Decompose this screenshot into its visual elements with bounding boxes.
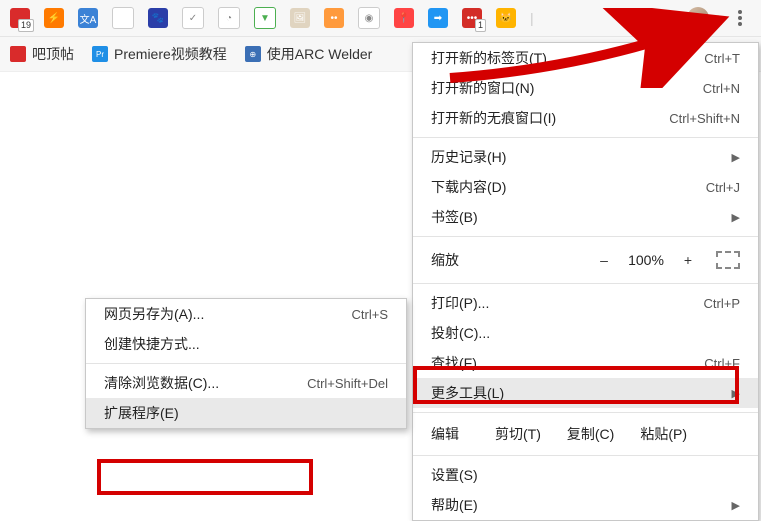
edit-paste[interactable]: 粘贴(P)	[640, 424, 687, 444]
more-tools-submenu: 网页另存为(A)...Ctrl+S 创建快捷方式... 清除浏览数据(C)...…	[85, 298, 407, 429]
menu-history[interactable]: 历史记录(H)▶	[413, 142, 758, 172]
menu-new-window[interactable]: 打开新的窗口(N)Ctrl+N	[413, 73, 758, 103]
zoom-in-button[interactable]: +	[674, 252, 702, 268]
ext-dl[interactable]: ▼	[254, 7, 276, 29]
menu-zoom: 缩放 – 100% +	[413, 241, 758, 279]
menu-find[interactable]: 查找(F)...Ctrl+F	[413, 348, 758, 378]
submenu-arrow-icon: ▶	[732, 211, 740, 224]
menu-help[interactable]: 帮助(E)▶	[413, 490, 758, 520]
ext-baidu[interactable]: 🐾	[148, 8, 168, 28]
chrome-main-menu: 打开新的标签页(T)Ctrl+T 打开新的窗口(N)Ctrl+N 打开新的无痕窗…	[412, 42, 759, 521]
badge: 1	[475, 19, 486, 32]
menu-downloads[interactable]: 下载内容(D)Ctrl+J	[413, 172, 758, 202]
menu-cast[interactable]: 投射(C)...	[413, 318, 758, 348]
submenu-extensions[interactable]: 扩展程序(E)	[86, 398, 406, 428]
chrome-menu-button[interactable]	[729, 7, 751, 29]
ext-en[interactable]: en.	[112, 7, 134, 29]
bookmark-label: Premiere视频教程	[114, 44, 227, 64]
extension-toolbar: 19 ⚡ 文A en. 🐾 ✓ ◔ ▼ 🖼 •• ◉ 📍 ➡ •••1 🐱 |	[0, 0, 761, 37]
menu-incognito[interactable]: 打开新的无痕窗口(I)Ctrl+Shift+N	[413, 103, 758, 133]
menu-edit-row: 编辑 剪切(T) 复制(C) 粘贴(P)	[413, 417, 758, 451]
bookmark-label: 吧顶帖	[32, 44, 74, 64]
edit-copy[interactable]: 复制(C)	[567, 424, 614, 444]
ext-img[interactable]: 🖼	[290, 8, 310, 28]
favicon	[10, 46, 26, 62]
favicon: ⊕	[245, 46, 261, 62]
ext-eye[interactable]: ◉	[358, 7, 380, 29]
menu-more-tools[interactable]: 更多工具(L)▶	[413, 378, 758, 408]
menu-settings[interactable]: 设置(S)	[413, 460, 758, 490]
ext-clock[interactable]: ◔	[218, 7, 240, 29]
profile-avatar[interactable]	[687, 7, 709, 29]
ext-check[interactable]: ✓	[182, 7, 204, 29]
ext-robot[interactable]: ••	[324, 8, 344, 28]
ext-lastpass[interactable]: •••1	[462, 8, 482, 28]
submenu-arrow-icon: ▶	[732, 151, 740, 164]
ext-cat[interactable]: 🐱	[496, 8, 516, 28]
bm-tieba[interactable]: 吧顶帖	[10, 44, 74, 64]
bm-premiere[interactable]: Pr Premiere视频教程	[92, 44, 227, 64]
fullscreen-icon[interactable]	[716, 251, 740, 269]
edit-cut[interactable]: 剪切(T)	[495, 424, 541, 444]
submenu-save-as[interactable]: 网页另存为(A)...Ctrl+S	[86, 299, 406, 329]
zoom-percent: 100%	[618, 252, 674, 268]
favicon: Pr	[92, 46, 108, 62]
submenu-arrow-icon: ▶	[732, 499, 740, 512]
ext-flash[interactable]: ⚡	[44, 8, 64, 28]
ext-pin[interactable]: 📍	[394, 8, 414, 28]
ext-red[interactable]: 19	[10, 8, 30, 28]
bookmark-label: 使用ARC Welder	[267, 44, 373, 64]
bm-arc[interactable]: ⊕ 使用ARC Welder	[245, 44, 373, 64]
ext-translate[interactable]: 文A	[78, 8, 98, 28]
ext-arrow[interactable]: ➡	[428, 8, 448, 28]
submenu-create-shortcut[interactable]: 创建快捷方式...	[86, 329, 406, 359]
zoom-out-button[interactable]: –	[590, 252, 618, 268]
menu-new-tab[interactable]: 打开新的标签页(T)Ctrl+T	[413, 43, 758, 73]
submenu-clear-data[interactable]: 清除浏览数据(C)...Ctrl+Shift+Del	[86, 368, 406, 398]
toolbar-divider: |	[530, 10, 534, 26]
badge: 19	[18, 19, 34, 32]
menu-print[interactable]: 打印(P)...Ctrl+P	[413, 288, 758, 318]
submenu-arrow-icon: ▶	[732, 387, 740, 400]
menu-bookmarks[interactable]: 书签(B)▶	[413, 202, 758, 232]
